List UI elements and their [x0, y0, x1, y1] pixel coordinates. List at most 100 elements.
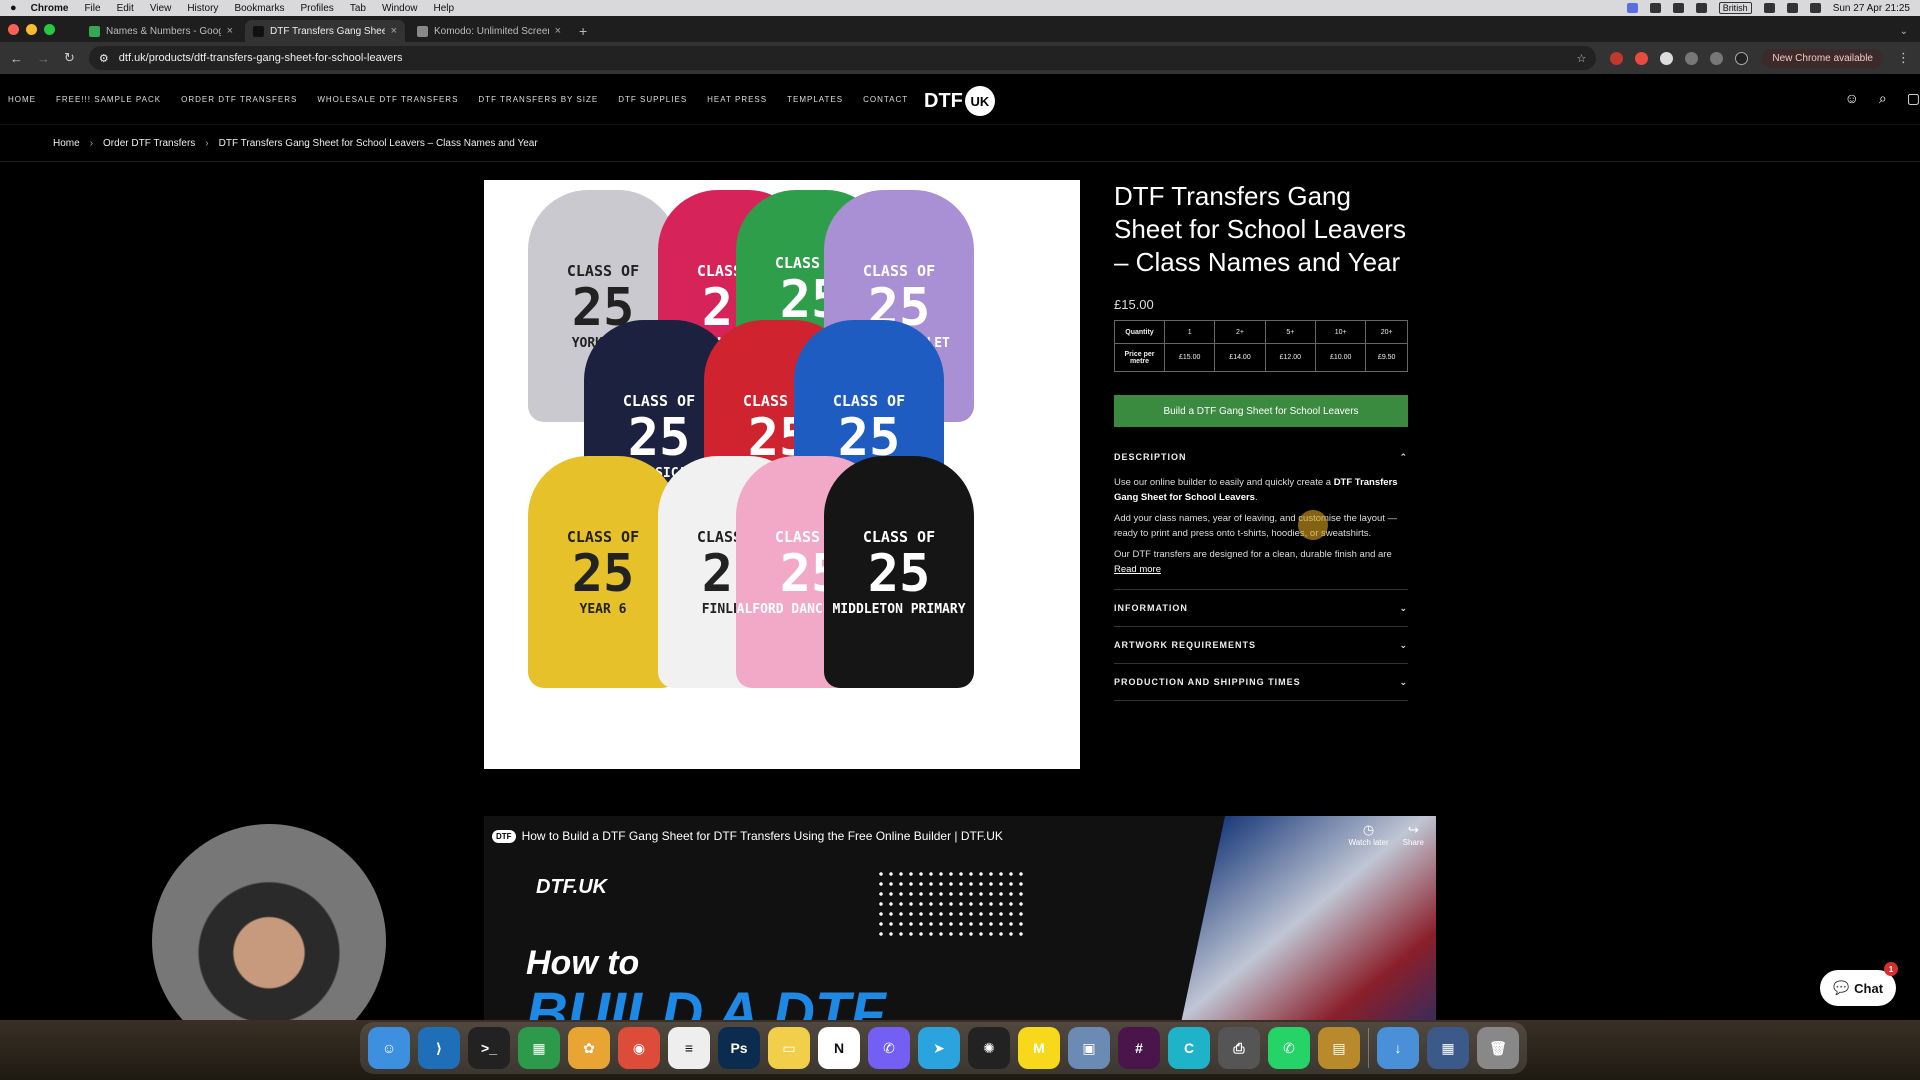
menu-file[interactable]: File [84, 3, 100, 14]
nav-link[interactable]: HOME [8, 95, 36, 104]
wifi-icon[interactable] [1695, 3, 1707, 13]
profile-avatar[interactable] [1735, 51, 1749, 65]
dock-photos-icon[interactable]: ✿ [568, 1027, 610, 1069]
dock-reminders-icon[interactable]: ≡ [668, 1027, 710, 1069]
minimize-window-icon[interactable] [26, 23, 37, 35]
nav-link[interactable]: WHOLESALE DTF TRANSFERS [317, 95, 458, 104]
close-tab-icon[interactable]: × [227, 25, 233, 37]
dock-slack-icon[interactable]: # [1118, 1027, 1160, 1069]
menu-tab[interactable]: Tab [350, 3, 366, 14]
tab-favicon-icon [417, 25, 428, 37]
tab-search-icon[interactable]: ⌄ [1900, 26, 1908, 37]
close-tab-icon[interactable]: × [555, 25, 561, 37]
dock-miro-icon[interactable]: M [1018, 1027, 1060, 1069]
cloud-icon[interactable] [1649, 3, 1661, 13]
chat-button[interactable]: 💬 Chat 1 [1820, 962, 1898, 1006]
dock-screenshots-icon[interactable]: ▦ [1427, 1027, 1469, 1069]
nav-link[interactable]: DTF SUPPLIES [618, 95, 687, 104]
control-center-icon[interactable] [1809, 3, 1821, 13]
battery-icon[interactable] [1672, 3, 1684, 13]
back-icon[interactable]: ← [10, 51, 23, 66]
zoom-window-icon[interactable] [44, 23, 55, 35]
breadcrumb-item[interactable]: Order DTF Transfers [103, 138, 195, 149]
browser-tab[interactable]: DTF Transfers Gang Sheet for × [245, 20, 405, 42]
media-icon[interactable] [1710, 51, 1724, 65]
browser-tab[interactable]: Names & Numbers - Google S × [81, 20, 241, 42]
dock-chrome-icon[interactable]: ◉ [618, 1027, 660, 1069]
dock-numbers-app-icon[interactable]: ▦ [518, 1027, 560, 1069]
spotlight-icon[interactable] [1786, 3, 1798, 13]
build-gang-sheet-button[interactable]: Build a DTF Gang Sheet for School Leaver… [1114, 395, 1408, 427]
dock-viber-icon[interactable]: ✆ [868, 1027, 910, 1069]
menu-edit[interactable]: Edit [117, 3, 134, 14]
dock-canva-icon[interactable]: C [1168, 1027, 1210, 1069]
close-tab-icon[interactable]: × [391, 25, 397, 37]
nav-link[interactable]: HEAT PRESS [707, 95, 767, 104]
clock[interactable]: Sun 27 Apr 21:25 [1833, 3, 1910, 14]
youtube-video-embed[interactable]: DTF How to Build a DTF Gang Sheet for DT… [484, 816, 1436, 1020]
description-header[interactable]: DESCRIPTION ⌃ [1114, 439, 1408, 475]
dock-trash-icon[interactable]: 🗑 [1477, 1027, 1519, 1069]
menu-history[interactable]: History [187, 3, 218, 14]
account-icon[interactable]: ☺ [1845, 90, 1859, 107]
nav-link[interactable]: FREE!!! SAMPLE PACK [56, 95, 161, 104]
dock-printer-icon[interactable]: ⎙ [1218, 1027, 1260, 1069]
extension-icon[interactable] [1610, 51, 1624, 65]
hoodie-name: YEAR 6 [579, 601, 627, 617]
forward-icon[interactable]: → [37, 51, 50, 66]
cart-icon[interactable]: ▢ [1907, 90, 1920, 107]
menu-bookmarks[interactable]: Bookmarks [234, 3, 284, 14]
read-more-link[interactable]: Read more [1114, 564, 1161, 575]
chrome-menu-icon[interactable]: ⋮ [1897, 50, 1910, 66]
menu-profiles[interactable]: Profiles [300, 3, 333, 14]
share-button[interactable]: ↪ Share [1403, 822, 1424, 847]
app-menu[interactable]: Chrome [31, 3, 69, 14]
site-info-icon[interactable]: ⚙ [99, 52, 109, 65]
extension-icon[interactable] [1635, 51, 1649, 65]
bookmark-star-icon[interactable]: ☆ [1577, 52, 1587, 65]
menu-view[interactable]: View [150, 3, 172, 14]
accordion-header[interactable]: INFORMATION ⌄ [1114, 590, 1408, 626]
accordion-header[interactable]: ARTWORK REQUIREMENTS ⌄ [1114, 627, 1408, 663]
dock-chatgpt-icon[interactable]: ✺ [968, 1027, 1010, 1069]
dock-downloads-icon[interactable]: ↓ [1377, 1027, 1419, 1069]
new-tab-button[interactable]: + [579, 23, 587, 39]
dock-preview-icon[interactable]: ▣ [1068, 1027, 1110, 1069]
menu-help[interactable]: Help [434, 3, 455, 14]
reload-icon[interactable]: ↻ [64, 50, 75, 66]
browser-tab[interactable]: Komodo: Unlimited Screen Re × [409, 20, 569, 42]
nav-link[interactable]: CONTACT [863, 95, 908, 104]
dock-photoshop-icon[interactable]: Ps [718, 1027, 760, 1069]
dock-terminal-icon[interactable]: >_ [468, 1027, 510, 1069]
address-bar[interactable]: ⚙ dtf.uk/products/dtf-transfers-gang-she… [88, 46, 1597, 70]
apple-menu-icon[interactable]: ● [10, 2, 17, 14]
dock-notion-icon[interactable]: N [818, 1027, 860, 1069]
bluetooth-icon[interactable] [1763, 3, 1775, 13]
dock-archive-icon[interactable]: ▤ [1318, 1027, 1360, 1069]
site-logo[interactable]: DTF UK [924, 86, 995, 116]
close-window-icon[interactable] [8, 23, 19, 35]
chrome-update-button[interactable]: New Chrome available [1762, 48, 1883, 68]
watch-later-button[interactable]: ◷ Watch later [1348, 822, 1388, 847]
input-source[interactable]: British [1718, 2, 1752, 14]
nav-link[interactable]: TEMPLATES [787, 95, 843, 104]
breadcrumb-item[interactable]: Home [53, 138, 80, 149]
dock-telegram-icon[interactable]: ➤ [918, 1027, 960, 1069]
nav-link[interactable]: DTF TRANSFERS BY SIZE [478, 95, 598, 104]
product-image[interactable]: CLASS OF25YORK UNICLASS OF25AMELIACLASS … [484, 180, 1080, 769]
dock-notes-icon[interactable]: ▭ [768, 1027, 810, 1069]
dock-vscode-icon[interactable]: ⟩ [418, 1027, 460, 1069]
accordion-header[interactable]: PRODUCTION AND SHIPPING TIMES ⌄ [1114, 664, 1408, 700]
dock-finder-icon[interactable]: ☺ [368, 1027, 410, 1069]
search-icon[interactable]: ⌕ [1879, 90, 1887, 107]
menu-window[interactable]: Window [382, 3, 418, 14]
video-title[interactable]: How to Build a DTF Gang Sheet for DTF Tr… [522, 829, 1003, 843]
dock-whatsapp-icon[interactable]: ✆ [1268, 1027, 1310, 1069]
screen-record-icon[interactable] [1626, 3, 1638, 13]
nav-link[interactable]: ORDER DTF TRANSFERS [181, 95, 297, 104]
product-price: £15.00 [1114, 297, 1154, 312]
extensions-puzzle-icon[interactable] [1685, 51, 1699, 65]
product-title: DTF Transfers Gang Sheet for School Leav… [1114, 181, 1406, 277]
extension-icon[interactable] [1660, 51, 1674, 65]
channel-avatar[interactable]: DTF [492, 829, 516, 843]
